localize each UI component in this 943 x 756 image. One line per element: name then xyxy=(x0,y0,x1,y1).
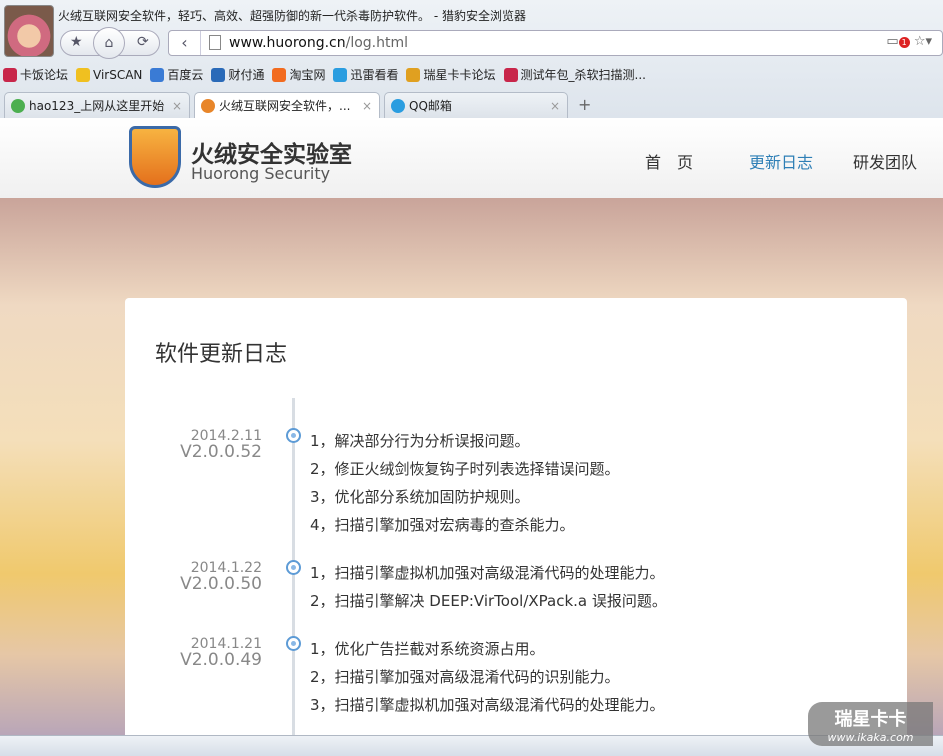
url-path: /log.html xyxy=(345,35,409,51)
changelog-item: 2，扫描引擎解决 DEEP:VirTool/XPack.a 误报问题。 xyxy=(310,592,667,610)
changelog-item: 2，修正火绒剑恢复钩子时列表选择错误问题。 xyxy=(310,460,620,478)
changelog-item: 1，扫描引擎虚拟机加强对高级混淆代码的处理能力。 xyxy=(310,564,665,582)
tab-label: QQ邮箱 xyxy=(409,99,452,113)
window-icon[interactable]: ▭ xyxy=(886,34,898,49)
bookmark-favicon-icon xyxy=(503,67,518,82)
changelog-item: 1，优化广告拦截对系统资源占用。 xyxy=(310,640,545,658)
bookmark-label: VirSCAN xyxy=(93,67,143,82)
tab-favicon-icon xyxy=(391,98,405,113)
tab-close-icon[interactable]: × xyxy=(550,99,560,113)
url-domain: www.huorong.cn xyxy=(229,35,346,51)
entry-version: V2.0.0.50 xyxy=(180,574,262,594)
tab-favicon-icon xyxy=(11,98,25,113)
bookmark-favicon-icon xyxy=(3,67,17,82)
web-page: 火绒安全实验室 Huorong Security 首 页 更新日志 研发团队 软… xyxy=(0,118,943,735)
bookmark-item[interactable]: VirSCAN xyxy=(76,66,142,83)
shield-logo-icon[interactable] xyxy=(129,126,181,188)
timeline-dot-icon xyxy=(286,636,301,651)
timeline-dot-icon xyxy=(286,560,301,575)
tab-close-icon[interactable]: × xyxy=(172,99,182,113)
bookmark-label: 财付通 xyxy=(228,68,265,82)
bookmark-item[interactable]: 测试年包_杀软扫描测... xyxy=(503,66,646,83)
bookmark-favicon-icon xyxy=(406,67,421,82)
tab-favicon-icon xyxy=(201,98,215,113)
changelog-item: 3，优化部分系统加固防护规则。 xyxy=(310,488,530,506)
user-avatar[interactable] xyxy=(4,5,54,57)
entry-version: V2.0.0.52 xyxy=(180,442,262,462)
bookmark-star-icon[interactable]: ☆▾ xyxy=(914,34,932,49)
tab-close-icon[interactable]: × xyxy=(362,99,372,113)
bookmark-item[interactable]: 财付通 xyxy=(211,66,264,83)
notification-badge: 1 xyxy=(898,37,910,48)
address-bar[interactable]: ‹ www.huorong.cn/log.html ▭ 1 ☆▾ xyxy=(168,30,943,56)
bookmark-label: 迅雷看看 xyxy=(350,68,399,82)
back-button[interactable]: ‹ xyxy=(169,31,201,55)
refresh-icon[interactable]: ⟳ xyxy=(137,34,149,50)
bookmark-favicon-icon xyxy=(150,67,165,82)
bookmark-favicon-icon xyxy=(76,67,91,82)
favorite-star-icon[interactable]: ★ xyxy=(70,34,83,50)
bookmark-item[interactable]: 百度云 xyxy=(150,66,203,83)
bookmark-favicon-icon xyxy=(272,67,287,82)
nav-changelog[interactable]: 更新日志 xyxy=(749,149,813,173)
watermark-url: www.ikaka.com xyxy=(827,731,914,744)
bookmark-item[interactable]: 迅雷看看 xyxy=(333,66,398,83)
browser-tab[interactable]: 火绒互联网安全软件，... × xyxy=(194,92,380,118)
browser-tab[interactable]: hao123_上网从这里开始 × xyxy=(4,92,190,118)
bookmark-label: 淘宝网 xyxy=(289,68,326,82)
entry-version: V2.0.0.49 xyxy=(180,650,262,670)
tab-strip: hao123_上网从这里开始 × 火绒互联网安全软件，... × QQ邮箱 × + xyxy=(0,90,591,118)
changelog-item: 1，解决部分行为分析误报问题。 xyxy=(310,432,530,450)
window-title: 火绒互联网安全软件，轻巧、高效、超强防御的新一代杀毒防护软件。 - 猎豹安全浏览… xyxy=(58,9,526,23)
bookmark-item[interactable]: 卡饭论坛 xyxy=(3,66,68,83)
nav-home[interactable]: 首 页 xyxy=(645,149,693,173)
bookmark-item[interactable]: 淘宝网 xyxy=(272,66,325,83)
site-header: 火绒安全实验室 Huorong Security 首 页 更新日志 研发团队 xyxy=(0,118,943,198)
tab-label: 火绒互联网安全软件，... xyxy=(219,99,351,113)
page-icon xyxy=(209,35,221,50)
browser-tab[interactable]: QQ邮箱 × xyxy=(384,92,568,118)
changelog-item: 4，扫描引擎加强对宏病毒的查杀能力。 xyxy=(310,516,575,534)
nav-team[interactable]: 研发团队 xyxy=(853,149,917,173)
entry-items: 1，扫描引擎虚拟机加强对高级混淆代码的处理能力。 2，扫描引擎解决 DEEP:Vi… xyxy=(310,562,667,618)
entry-items: 1，优化广告拦截对系统资源占用。 2，扫描引擎加强对高级混淆代码的识别能力。 3，扫… xyxy=(310,638,665,722)
new-tab-button[interactable]: + xyxy=(578,95,591,114)
watermark: 瑞星卡卡 www.ikaka.com xyxy=(808,702,933,746)
page-title: 软件更新日志 xyxy=(155,342,288,367)
bookmarks-bar: 卡饭论坛 VirSCAN 百度云 财付通 淘宝网 迅雷看看 瑞星卡卡论坛 测试年包_杀软扫描测… xyxy=(3,66,646,83)
url-text[interactable]: www.huorong.cn/log.html xyxy=(229,35,408,51)
changelog-item: 2，扫描引擎加强对高级混淆代码的识别能力。 xyxy=(310,668,620,686)
bookmark-label: 瑞星卡卡论坛 xyxy=(423,68,496,82)
bookmark-label: 测试年包_杀软扫描测... xyxy=(520,68,646,82)
status-bar xyxy=(0,735,943,756)
timeline-dot-icon xyxy=(286,428,301,443)
changelog-item: 3，扫描引擎虚拟机加强对高级混淆代码的处理能力。 xyxy=(310,696,665,714)
toolbar-right: ▭ 1 ☆▾ xyxy=(886,34,932,49)
home-button[interactable]: ⌂ xyxy=(93,27,125,59)
tab-label: hao123_上网从这里开始 xyxy=(29,99,165,113)
changelog-card: 软件更新日志 2014.2.11 V2.0.0.52 1，解决部分行为分析误报问… xyxy=(125,298,907,735)
bookmark-label: 百度云 xyxy=(167,68,204,82)
browser-chrome: 火绒互联网安全软件，轻巧、高效、超强防御的新一代杀毒防护软件。 - 猎豹安全浏览… xyxy=(0,0,943,118)
bookmark-item[interactable]: 瑞星卡卡论坛 xyxy=(406,66,496,83)
bookmark-favicon-icon xyxy=(333,67,348,82)
brand-name-en: Huorong Security xyxy=(191,164,331,183)
watermark-title: 瑞星卡卡 xyxy=(834,709,907,730)
bookmark-favicon-icon xyxy=(211,67,226,82)
entry-items: 1，解决部分行为分析误报问题。 2，修正火绒剑恢复钩子时列表选择错误问题。 3，优化… xyxy=(310,430,620,542)
bookmark-label: 卡饭论坛 xyxy=(20,68,69,82)
